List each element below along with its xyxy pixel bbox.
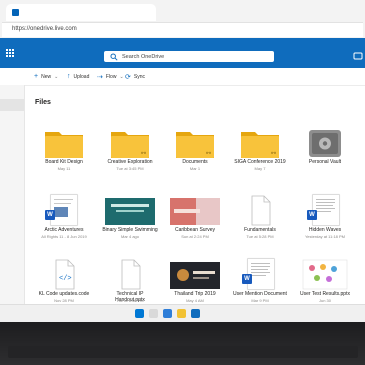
svg-text:⚯: ⚯ xyxy=(206,151,211,157)
file-name: KL Code updates.code xyxy=(38,291,90,297)
svg-text:⚯: ⚯ xyxy=(141,151,146,157)
nav-item-my-files[interactable] xyxy=(0,99,24,111)
flow-icon: ⇢ xyxy=(97,74,103,81)
file-name: Binary Simple Swimming xyxy=(102,227,158,233)
file-name: Fundamentals xyxy=(244,227,276,233)
keyboard-row xyxy=(8,346,358,358)
search-taskbar-icon[interactable] xyxy=(149,309,158,318)
file-name: Arctic Adventures xyxy=(44,227,84,233)
file-name: Creative Exploration xyxy=(107,159,153,165)
search-box[interactable]: Search OneDrive xyxy=(104,51,274,62)
word-icon: W xyxy=(242,274,252,284)
windows-start-icon[interactable] xyxy=(135,309,144,318)
flow-button[interactable]: ⇢ Flow ⌄ xyxy=(97,73,124,81)
app-header: Search OneDrive xyxy=(0,38,365,68)
svg-text:⚯: ⚯ xyxy=(271,151,276,157)
app-launcher-icon[interactable] xyxy=(6,49,14,57)
laptop-base xyxy=(0,322,365,365)
file-date: Mar 4 ago xyxy=(120,234,139,239)
file-date: Tue at 6:38 PM xyxy=(116,298,144,303)
new-button[interactable]: + New ⌄ xyxy=(34,73,58,80)
file-date: Sun at 2:24 PM xyxy=(181,234,209,239)
screen: https://onedrive.live.com Search OneDriv… xyxy=(0,0,365,322)
file-date: May 11 xyxy=(57,166,71,171)
address-bar[interactable]: https://onedrive.live.com xyxy=(2,22,363,37)
search-input[interactable]: Search OneDrive xyxy=(122,54,164,60)
account-icon[interactable] xyxy=(353,51,363,61)
browser-titlebar: https://onedrive.live.com xyxy=(0,0,365,38)
sync-button[interactable]: ⟳ Sync xyxy=(125,73,145,81)
new-label: New xyxy=(41,73,52,80)
file-name: Personal Vault xyxy=(308,159,342,165)
file-date: Mar 9 PM xyxy=(251,298,269,303)
file-name: Thailand Trip 2019 xyxy=(174,291,216,297)
file-date: Tue at 5:28 PM xyxy=(246,234,274,239)
file-explorer-icon[interactable] xyxy=(177,309,186,318)
upload-label: Upload xyxy=(73,73,90,80)
file-name: SIGA Conference 2019 xyxy=(234,159,286,165)
plus-icon: + xyxy=(34,73,39,80)
laptop-scene: https://onedrive.live.com Search OneDriv… xyxy=(0,0,365,365)
file-name: User Test Results.pptx xyxy=(300,291,350,297)
upload-button[interactable]: ↑ Upload xyxy=(67,73,89,80)
file-date: Yesterday at 11:18 PM xyxy=(304,234,346,239)
file-date: Tue at 3:45 PM xyxy=(116,166,144,171)
search-icon xyxy=(110,52,118,61)
svg-text:</>: </> xyxy=(59,275,72,283)
flow-label: Flow xyxy=(105,74,117,80)
file-date: All Rights 11 - 8 Jun 2019 xyxy=(41,234,87,239)
url-text[interactable]: https://onedrive.live.com xyxy=(12,26,77,32)
file-name: Board Kit Design xyxy=(45,159,83,165)
sync-label: Sync xyxy=(133,74,145,80)
edge-browser-icon[interactable] xyxy=(163,309,172,318)
files-heading: Files xyxy=(35,99,51,106)
file-name: Documents xyxy=(182,159,208,165)
word-icon: W xyxy=(45,210,55,220)
taskbar xyxy=(0,304,365,322)
onedrive-favicon-icon xyxy=(12,9,19,16)
chevron-down-icon: ⌄ xyxy=(54,73,59,80)
file-date: May 7 xyxy=(254,166,266,171)
file-name: User Mention Document xyxy=(233,291,287,297)
chevron-down-icon: ⌄ xyxy=(119,74,124,80)
word-icon: W xyxy=(307,210,317,220)
onedrive-icon[interactable] xyxy=(191,309,200,318)
taskbar-icons xyxy=(135,309,200,318)
file-name: Caribbean Survey xyxy=(174,227,216,233)
file-date: Mar 1 xyxy=(189,166,201,171)
navigation-pane xyxy=(0,85,25,322)
file-name: Hidden Waves xyxy=(308,227,342,233)
upload-icon: ↑ xyxy=(67,73,71,80)
sync-icon: ⟳ xyxy=(125,74,131,81)
file-date: Jun 30 xyxy=(318,298,331,303)
file-date: May 4 AM xyxy=(186,298,204,303)
command-bar: + New ⌄ ↑ Upload ⇢ Flow ⌄ ⟳ Sync xyxy=(0,68,365,86)
browser-tab[interactable] xyxy=(6,4,156,21)
file-date: Nov 28 PM xyxy=(54,298,74,303)
